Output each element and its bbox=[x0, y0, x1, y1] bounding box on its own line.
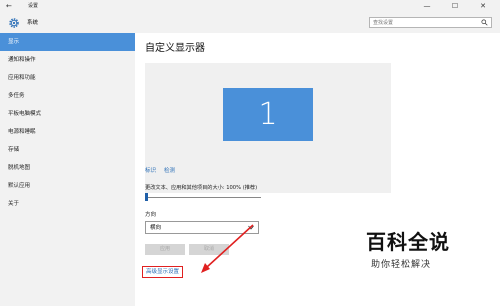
display-links: 标识 检测 bbox=[145, 167, 183, 175]
monitor-tile[interactable]: 1 bbox=[223, 88, 313, 141]
sidebar-item-about[interactable]: 关于 bbox=[0, 195, 135, 213]
identify-link[interactable]: 标识 bbox=[145, 168, 156, 174]
back-arrow-icon[interactable]: ← bbox=[6, 2, 12, 11]
main-content: 自定义显示器 1 标识 检测 更改文本、应用和其他项目的大小: 100% (推荐)… bbox=[135, 33, 500, 306]
title-bar: ← 设置 — ☐ ✕ bbox=[0, 0, 500, 13]
watermark-subtitle: 助你轻松解决 bbox=[371, 260, 432, 270]
close-button[interactable]: ✕ bbox=[470, 0, 496, 13]
header: 系统 bbox=[0, 13, 500, 33]
section-title: 系统 bbox=[27, 20, 39, 26]
search-input[interactable] bbox=[373, 18, 473, 27]
minimize-button[interactable]: — bbox=[414, 0, 440, 13]
settings-window: ← 设置 — ☐ ✕ 系统 显示 通知和操作 应用和功能 多任务 平板电脑模式 … bbox=[0, 0, 500, 306]
sidebar: 显示 通知和操作 应用和功能 多任务 平板电脑模式 电源和睡眠 存储 脱机地图 … bbox=[0, 33, 135, 306]
scale-label: 更改文本、应用和其他项目的大小: 100% (推荐) bbox=[145, 185, 258, 191]
sidebar-item-display[interactable]: 显示 bbox=[0, 33, 135, 51]
sidebar-item-notifications[interactable]: 通知和操作 bbox=[0, 51, 135, 69]
sidebar-item-apps-features[interactable]: 应用和功能 bbox=[0, 69, 135, 87]
page-title: 自定义显示器 bbox=[145, 43, 205, 54]
sidebar-item-storage[interactable]: 存储 bbox=[0, 141, 135, 159]
sidebar-item-tablet-mode[interactable]: 平板电脑模式 bbox=[0, 105, 135, 123]
sidebar-item-offline-maps[interactable]: 脱机地图 bbox=[0, 159, 135, 177]
sidebar-item-power-sleep[interactable]: 电源和睡眠 bbox=[0, 123, 135, 141]
cancel-button[interactable]: 取消 bbox=[189, 244, 229, 255]
sidebar-item-multitasking[interactable]: 多任务 bbox=[0, 87, 135, 105]
watermark-title: 百科全说 bbox=[366, 230, 450, 254]
search-icon[interactable] bbox=[481, 19, 488, 26]
orientation-value: 横向 bbox=[150, 225, 162, 231]
scale-slider-thumb[interactable] bbox=[145, 193, 148, 201]
orientation-select[interactable]: 横向 bbox=[145, 221, 259, 234]
window-title: 设置 bbox=[28, 3, 39, 9]
advanced-display-settings-link[interactable]: 高级显示设置 bbox=[142, 266, 184, 278]
scale-slider-track[interactable] bbox=[147, 197, 261, 198]
gear-icon bbox=[9, 18, 19, 28]
sidebar-item-default-apps[interactable]: 默认应用 bbox=[0, 177, 135, 195]
maximize-button[interactable]: ☐ bbox=[442, 0, 468, 13]
orientation-label: 方向 bbox=[145, 212, 157, 218]
chevron-down-icon bbox=[248, 225, 254, 230]
search-box[interactable] bbox=[369, 17, 492, 28]
apply-button[interactable]: 应用 bbox=[145, 244, 185, 255]
detect-link[interactable]: 检测 bbox=[164, 168, 175, 174]
